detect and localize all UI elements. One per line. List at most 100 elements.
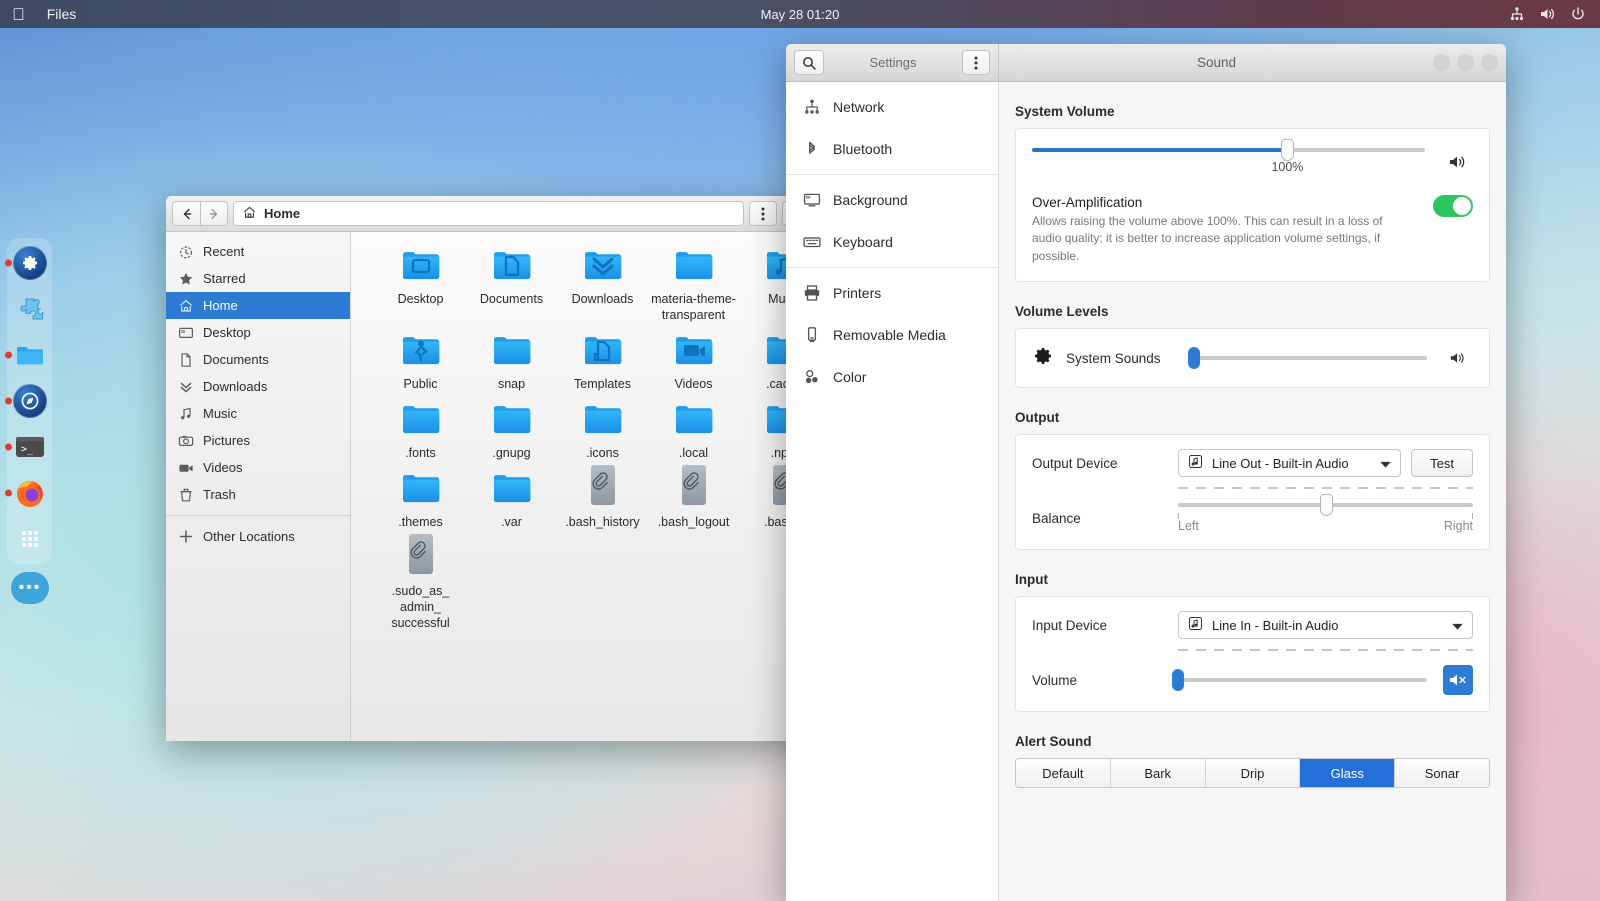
sidebar-item-other-locations[interactable]: Other Locations [166,523,350,550]
system-sounds-knob[interactable] [1188,347,1200,369]
file-grid-folder[interactable]: .icons [557,398,648,461]
file-grid-folder[interactable]: Public [375,329,466,392]
alert-sound-option-drip[interactable]: Drip [1206,759,1301,787]
file-grid-folder[interactable]: .fonts [375,398,466,461]
dock-item-files[interactable] [13,338,47,372]
alert-sound-option-glass[interactable]: Glass [1300,759,1395,787]
settings-item-bluetooth[interactable]: Bluetooth [786,128,998,170]
balance-slider[interactable]: Left Right [1178,503,1473,533]
alert-sound-option-sonar[interactable]: Sonar [1395,759,1489,787]
file-grid-folder[interactable]: .local [648,398,739,461]
file-grid-folder[interactable]: Videos [648,329,739,392]
folder-icon [375,244,466,284]
file-grid-folder[interactable]: materia-​theme-​transparent [648,244,739,323]
svg-text:>_: >_ [21,444,34,455]
system-sounds-speaker-icon[interactable] [1443,343,1473,373]
system-volume-slider[interactable]: 100% [1032,148,1425,176]
dock-overflow-button[interactable]: ••• [11,572,49,604]
sidebar-divider [166,515,350,516]
panel-title: Sound [1007,55,1426,70]
output-device-select[interactable]: Line Out - Built-in Audio [1178,449,1401,477]
output-card: Output Device Line Out - Built-in Audio … [1015,434,1490,550]
sidebar-item-pictures[interactable]: Pictures [166,427,350,454]
file-grid-file[interactable]: .sudo_​as_​admin_​successful [375,536,466,631]
files-menu-button[interactable] [749,201,777,226]
balance-knob[interactable] [1320,494,1333,516]
volume-icon[interactable] [1539,6,1556,22]
settings-item-background[interactable]: Background [786,179,998,221]
dock-item-extensions[interactable] [13,292,47,326]
maximize-button[interactable] [1457,54,1474,71]
settings-item-printers[interactable]: Printers [786,272,998,314]
alert-sound-heading: Alert Sound [1015,734,1506,749]
sidebar-item-home[interactable]: Home [166,292,350,319]
alert-sound-option-bark[interactable]: Bark [1111,759,1206,787]
sidebar-item-starred[interactable]: Starred [166,265,350,292]
settings-item-label: Bluetooth [833,141,892,157]
file-grid-folder[interactable]: Desktop [375,244,466,323]
file-grid-folder[interactable]: Documents [466,244,557,323]
toggle-knob [1453,197,1471,215]
back-button[interactable] [172,201,200,226]
bluetooth-icon [802,140,821,158]
over-amplification-toggle[interactable] [1433,195,1473,217]
dock-item-settings-gear[interactable] [13,246,47,280]
file-grid-folder[interactable]: .themes [375,467,466,530]
system-volume-speaker-icon[interactable] [1443,147,1473,177]
file-grid-label: Templates [557,376,648,392]
apple-logo-icon[interactable]:  [12,6,25,23]
system-sounds-slider[interactable] [1194,356,1427,360]
input-volume-slider[interactable] [1178,678,1427,682]
system-volume-card: 100% Over-Amplification Allows raising t… [1015,128,1490,282]
input-device-value: Line In - Built-in Audio [1212,618,1338,633]
settings-search-button[interactable] [794,50,824,75]
sidebar-item-recent[interactable]: Recent [166,238,350,265]
sidebar-item-desktop[interactable]: Desktop [166,319,350,346]
settings-item-removable-media[interactable]: Removable Media [786,314,998,356]
path-bar[interactable]: Home [233,201,744,226]
alert-sound-option-default[interactable]: Default [1016,759,1111,787]
active-app-name[interactable]: Files [47,6,77,22]
input-volume-knob[interactable] [1172,669,1184,691]
file-grid-file[interactable]: .bash_​history [557,467,648,530]
navigation-buttons [172,201,228,226]
settings-title: Settings [824,55,962,70]
dock-item-terminal[interactable]: >_ [13,430,47,464]
settings-menu-button[interactable] [962,50,990,75]
input-mute-button[interactable] [1443,665,1473,695]
balance-row: Balance Left Right [1016,489,1489,549]
running-indicator [5,398,12,405]
sidebar-item-documents[interactable]: Documents [166,346,350,373]
settings-item-color[interactable]: Color [786,356,998,398]
document-icon [178,352,194,368]
input-volume-track [1178,678,1427,682]
dock-item-show-apps[interactable] [13,522,47,556]
dock-item-firefox[interactable] [13,476,47,510]
output-test-button[interactable]: Test [1411,449,1473,477]
file-grid-folder[interactable]: .gnupg [466,398,557,461]
sidebar-item-trash[interactable]: Trash [166,481,350,508]
over-amplification-description: Allows raising the volume above 100%. Th… [1032,213,1415,265]
sidebar-item-downloads[interactable]: Downloads [166,373,350,400]
folder-icon [466,244,557,284]
close-button[interactable] [1481,54,1498,71]
settings-item-network[interactable]: Network [786,86,998,128]
sidebar-item-music[interactable]: Music [166,400,350,427]
file-grid-folder[interactable]: Downloads [557,244,648,323]
settings-item-keyboard[interactable]: Keyboard [786,221,998,263]
file-grid-folder[interactable]: snap [466,329,557,392]
power-icon[interactable] [1570,6,1586,22]
network-icon[interactable] [1509,6,1525,22]
file-grid-folder[interactable]: .var [466,467,557,530]
system-volume-knob[interactable] [1281,139,1294,161]
star-icon [178,271,194,287]
file-grid-file[interactable]: .bash_​logout [648,467,739,530]
input-device-select[interactable]: Line In - Built-in Audio [1178,611,1473,639]
forward-button[interactable] [200,201,228,226]
sidebar-item-videos[interactable]: Videos [166,454,350,481]
terminal-icon: >_ [13,430,47,464]
file-grid-folder[interactable]: Templates [557,329,648,392]
top-bar:  Files May 28 01:20 [0,0,1600,28]
dock-item-tweaks[interactable] [13,384,47,418]
minimize-button[interactable] [1433,54,1450,71]
